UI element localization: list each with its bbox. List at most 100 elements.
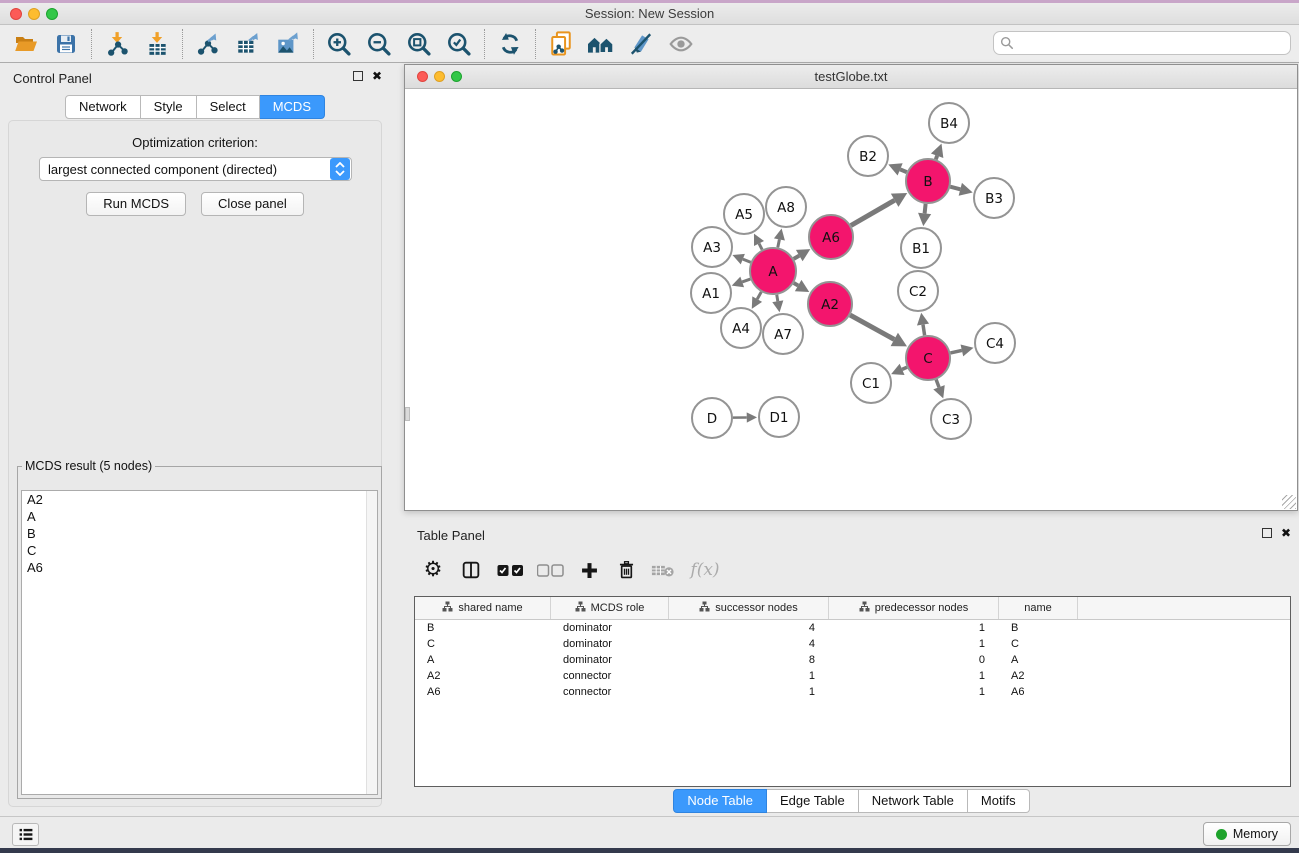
table-options-gear-icon[interactable]: ⚙ — [414, 553, 452, 587]
search-field[interactable] — [993, 31, 1291, 55]
graph-edge-A-A8 — [778, 239, 780, 247]
graph-arrowhead — [772, 300, 783, 312]
float-table-panel-icon[interactable] — [1262, 528, 1272, 538]
attribute-icon — [575, 601, 586, 615]
control-panel: Control Panel ✖ NetworkStyleSelectMCDS O… — [0, 63, 390, 816]
network-canvas[interactable]: AA2A6BCA1A3A4A5A7A8B1B2B3B4C1C2C3C4DD1 — [405, 89, 1297, 510]
export-image-icon[interactable] — [268, 27, 308, 61]
table-tab-node-table[interactable]: Node Table — [673, 789, 767, 813]
zoom-in-icon[interactable] — [319, 27, 359, 61]
column-header-successor-nodes[interactable]: successor nodes — [669, 597, 829, 619]
close-panel-button[interactable]: Close panel — [201, 192, 304, 216]
zoom-out-icon[interactable] — [359, 27, 399, 61]
select-all-columns-icon[interactable] — [490, 553, 530, 587]
table-tab-edge-table[interactable]: Edge Table — [767, 789, 859, 813]
tab-mcds[interactable]: MCDS — [260, 95, 325, 119]
column-header-predecessor-nodes[interactable]: predecessor nodes — [829, 597, 999, 619]
column-header-MCDS-role[interactable]: MCDS role — [551, 597, 669, 619]
memory-status-icon — [1216, 829, 1227, 840]
close-table-panel-icon[interactable]: ✖ — [1281, 528, 1291, 538]
canvas-scroll-thumb[interactable] — [405, 407, 410, 421]
save-session-icon[interactable] — [46, 27, 86, 61]
scrollbar[interactable] — [366, 491, 377, 794]
run-mcds-button[interactable]: Run MCDS — [86, 192, 186, 216]
export-table-icon[interactable] — [228, 27, 268, 61]
table-row[interactable]: Cdominator41C — [415, 636, 1290, 652]
network-window-titlebar[interactable]: testGlobe.txt — [405, 65, 1297, 89]
graph-arrowhead — [959, 183, 973, 196]
table-row[interactable]: Adominator80A — [415, 652, 1290, 668]
import-table-icon[interactable] — [137, 27, 177, 61]
table-tab-motifs[interactable]: Motifs — [968, 789, 1030, 813]
import-network-icon[interactable] — [97, 27, 137, 61]
table-tabs: Node TableEdge TableNetwork TableMotifs — [673, 789, 1029, 813]
memory-button[interactable]: Memory — [1203, 822, 1291, 846]
mcds-result-item[interactable]: A6 — [22, 559, 377, 576]
delete-table-icon-disabled — [644, 553, 682, 587]
column-header-shared-name[interactable]: shared name — [415, 597, 551, 619]
main-toolbar — [0, 25, 1299, 63]
toggle-style-icon[interactable] — [621, 27, 661, 61]
search-input[interactable] — [1018, 36, 1290, 51]
column-header-spacer — [1078, 597, 1290, 619]
task-history-button[interactable] — [12, 823, 39, 846]
search-icon — [1000, 36, 1014, 50]
toolbar-separator — [313, 29, 314, 59]
open-file-icon[interactable] — [6, 27, 46, 61]
mcds-result-item[interactable]: A — [22, 508, 377, 525]
column-selector-icon[interactable] — [452, 553, 490, 587]
graph-arrowhead — [747, 412, 757, 422]
export-network-icon[interactable] — [188, 27, 228, 61]
table-panel: Table Panel ✖ ⚙ f(x) shared nameMCDS rol… — [404, 520, 1299, 816]
function-builder-icon-disabled: f(x) — [682, 553, 728, 587]
graph-edge-A-A6 — [794, 256, 800, 259]
optimization-criterion-select[interactable]: largest connected component (directed) — [39, 157, 352, 181]
float-panel-icon[interactable] — [353, 71, 363, 81]
deselect-all-columns-icon[interactable] — [530, 553, 570, 587]
resize-grip[interactable] — [1282, 495, 1296, 509]
tab-select[interactable]: Select — [197, 95, 260, 119]
memory-label: Memory — [1233, 827, 1278, 841]
delete-column-trash-icon[interactable] — [608, 553, 644, 587]
column-header-name[interactable]: name — [999, 597, 1078, 619]
graph-node-label-B2: B2 — [859, 149, 877, 165]
graph-node-label-A5: A5 — [735, 207, 753, 223]
graph-node-label-A8: A8 — [777, 200, 795, 216]
table-toolbar: ⚙ f(x) — [414, 548, 728, 592]
table-row[interactable]: Bdominator41B — [415, 620, 1290, 636]
mcds-result-list[interactable]: A2ABCA6 — [21, 490, 378, 795]
clone-network-icon[interactable] — [541, 27, 581, 61]
tab-network[interactable]: Network — [65, 95, 141, 119]
optimization-criterion-label: Optimization criterion: — [9, 135, 381, 150]
table-row[interactable]: A2connector11A2 — [415, 668, 1290, 684]
session-title: Session: New Session — [0, 6, 1299, 21]
graph-edge-A-A2 — [794, 283, 798, 286]
graph-edge-A-A3 — [743, 259, 751, 262]
table-tab-network-table[interactable]: Network Table — [859, 789, 968, 813]
mcds-result-item[interactable]: C — [22, 542, 377, 559]
refresh-icon[interactable] — [490, 27, 530, 61]
mcds-result-box: MCDS result (5 nodes) A2ABCA6 — [17, 459, 382, 799]
attribute-icon — [442, 601, 453, 615]
add-column-icon[interactable] — [570, 553, 608, 587]
graph-node-label-C2: C2 — [909, 284, 927, 300]
table-header-row: shared nameMCDS rolesuccessor nodesprede… — [415, 597, 1290, 620]
graph-edge-B-B4 — [936, 156, 937, 160]
mcds-result-item[interactable]: A2 — [22, 491, 377, 508]
attribute-icon — [699, 601, 710, 615]
graph-node-label-C3: C3 — [942, 412, 960, 428]
zoom-fit-icon[interactable] — [399, 27, 439, 61]
zoom-selected-icon[interactable] — [439, 27, 479, 61]
toggle-visibility-eye-icon[interactable] — [661, 27, 701, 61]
network-window-title: testGlobe.txt — [405, 69, 1297, 84]
tab-style[interactable]: Style — [141, 95, 197, 119]
table-row[interactable]: A6connector11A6 — [415, 684, 1290, 700]
first-neighbors-home-icon[interactable] — [581, 27, 621, 61]
graph-edge-A-A4 — [757, 292, 761, 299]
graph-arrowhead — [774, 229, 785, 241]
control-panel-tabs: NetworkStyleSelectMCDS — [65, 95, 325, 119]
close-panel-icon[interactable]: ✖ — [372, 71, 382, 81]
toolbar-separator — [484, 29, 485, 59]
status-bar: Memory — [0, 816, 1299, 848]
mcds-result-item[interactable]: B — [22, 525, 377, 542]
